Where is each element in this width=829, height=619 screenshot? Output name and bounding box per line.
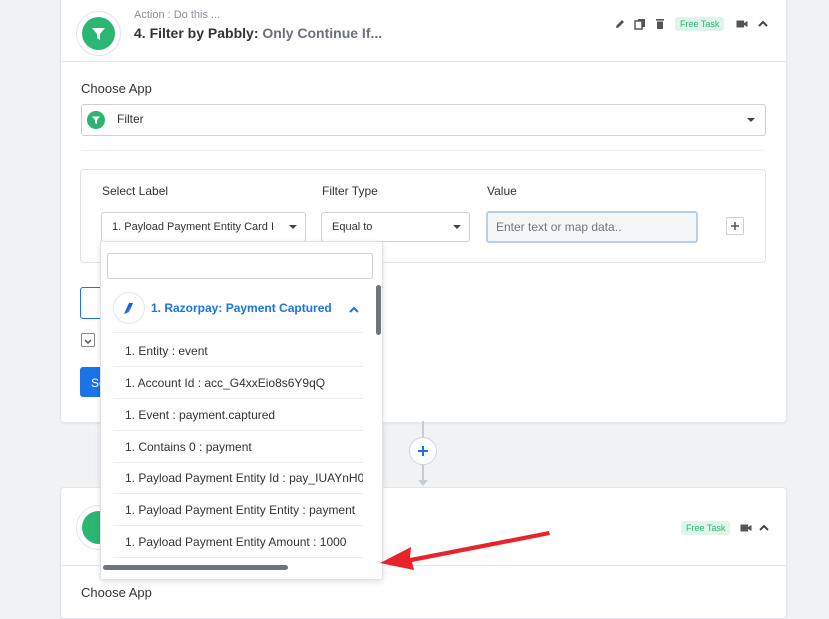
chevron-down-icon	[289, 225, 297, 229]
plus-icon	[731, 222, 739, 230]
edit-pencil-icon[interactable]	[614, 18, 626, 30]
razorpay-logo	[113, 292, 145, 324]
dropdown-option[interactable]: 1. Contains 0 : payment	[113, 431, 363, 463]
dropdown-group-header[interactable]: 1. Razorpay: Payment Captured	[113, 286, 363, 333]
dropdown-option[interactable]: 1. Payload Payment Entity Entity : payme…	[113, 494, 363, 526]
chevron-down-icon	[453, 225, 461, 229]
chevron-down-icon	[84, 339, 92, 344]
horizontal-scrollbar[interactable]	[103, 565, 288, 570]
dropdown-option[interactable]: 1. Account Id : acc_G4xxEio8s6Y9qQ	[113, 367, 363, 399]
choose-app-select[interactable]: Filter	[81, 104, 766, 136]
vertical-scrollbar[interactable]	[376, 285, 381, 335]
step-title: 4. Filter by Pabbly: Only Continue If...	[134, 25, 382, 41]
funnel-icon	[92, 28, 105, 40]
free-task-badge: Free Task	[681, 521, 731, 535]
chevron-up-icon[interactable]	[348, 304, 360, 316]
dropdown-search-input[interactable]	[107, 253, 373, 279]
select-label-value: 1. Payload Payment Entity Card I	[112, 221, 275, 233]
select-label-header: Select Label	[102, 184, 169, 198]
copy-icon[interactable]	[634, 18, 646, 30]
dropdown-option[interactable]: 1. Payload Payment Entity Amount : 1000	[113, 526, 363, 558]
filter-type-select[interactable]: Equal to	[321, 212, 470, 242]
choose-app-value: Filter	[117, 112, 144, 126]
select-label-dropdown[interactable]: 1. Payload Payment Entity Card I	[101, 212, 306, 242]
choose-app-label: Choose App	[81, 81, 152, 96]
step-title-rest: Only Continue If...	[262, 25, 383, 41]
value-header: Value	[487, 184, 517, 198]
step-4-header[interactable]: Action : Do this ... 4. Filter by Pabbly…	[61, 0, 786, 62]
dropdown-option[interactable]: 1. Event : payment.captured	[113, 399, 363, 431]
filter-app-icon	[87, 111, 105, 129]
step-title-main: 4. Filter by Pabbly:	[134, 25, 259, 41]
chevron-up-icon[interactable]	[757, 18, 769, 30]
value-input[interactable]	[486, 211, 698, 243]
razorpay-icon	[124, 303, 133, 314]
divider	[81, 150, 764, 151]
filter-app-logo	[76, 11, 121, 56]
video-camera-icon[interactable]	[740, 522, 752, 534]
plus-icon	[418, 446, 428, 456]
chevron-up-icon[interactable]	[758, 522, 770, 534]
step-subtitle: Action : Do this ...	[134, 9, 221, 21]
filter-type-header: Filter Type	[322, 184, 378, 198]
dropdown-option[interactable]: 1. Payload Payment Entity Id : pay_IUAYn…	[113, 462, 363, 494]
video-camera-icon[interactable]	[736, 18, 748, 30]
free-task-badge: Free Task	[675, 17, 725, 31]
label-dropdown-menu: 1. Razorpay: Payment Captured 1. Entity …	[100, 241, 383, 580]
add-step-button[interactable]	[409, 437, 437, 465]
connector-arrow	[418, 480, 428, 486]
checkbox[interactable]	[81, 333, 95, 347]
dropdown-option[interactable]: 1. Entity : event	[113, 335, 363, 367]
filter-type-value: Equal to	[332, 221, 373, 233]
add-condition-button[interactable]	[726, 217, 744, 235]
chevron-down-icon	[747, 118, 755, 122]
choose-app-label: Choose App	[81, 585, 152, 600]
trash-icon[interactable]	[654, 18, 666, 30]
dropdown-group-title: 1. Razorpay: Payment Captured	[151, 301, 332, 315]
